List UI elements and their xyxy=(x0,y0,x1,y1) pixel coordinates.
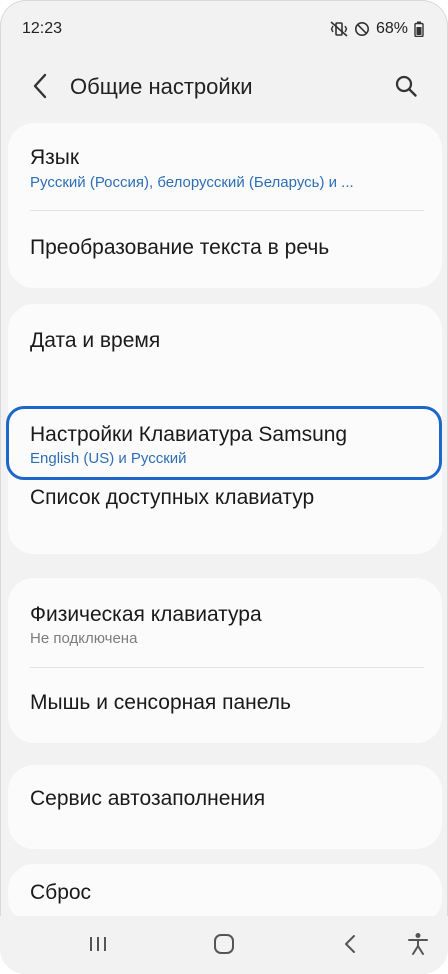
keyboard-card: Дата и время Настройки Клавиатура Samsun… xyxy=(8,304,442,554)
vibrate-icon xyxy=(330,21,348,37)
language-title: Язык xyxy=(30,146,80,169)
back-nav-button[interactable] xyxy=(330,928,370,960)
page-title: Общие настройки xyxy=(70,74,253,99)
home-icon xyxy=(214,934,234,954)
language-item[interactable]: Язык Русский (Россия), белорусский (Бела… xyxy=(8,123,442,211)
reset-item[interactable]: Сброс xyxy=(8,864,442,924)
chevron-left-icon xyxy=(33,73,47,99)
accessibility-icon xyxy=(408,933,428,955)
date-time-item[interactable]: Дата и время xyxy=(8,304,442,406)
autofill-card: Сервис автозаполнения xyxy=(8,765,442,849)
back-button[interactable] xyxy=(24,66,56,106)
physical-keyboard-subtitle: Не подключена xyxy=(30,630,138,647)
mouse-touchpad-item[interactable]: Мышь и сенсорная панель xyxy=(8,668,442,743)
date-time-title: Дата и время xyxy=(30,329,161,352)
back-arrow-icon xyxy=(345,935,355,953)
battery-percent: 68% xyxy=(375,20,408,37)
tts-item[interactable]: Преобразование текста в речь xyxy=(8,211,442,288)
home-button[interactable] xyxy=(204,928,244,960)
search-button[interactable] xyxy=(388,66,424,106)
input-devices-card: Физическая клавиатура Не подключена Мышь… xyxy=(8,578,442,743)
samsung-keyboard-title: Настройки Клавиатура Samsung xyxy=(30,423,348,446)
navigation-bar xyxy=(0,916,448,974)
language-subtitle: Русский (Россия), белорусский (Беларусь)… xyxy=(30,174,354,191)
recent-apps-icon xyxy=(90,937,106,951)
keyboard-list-title: Список доступных клавиатур xyxy=(30,486,315,509)
recent-apps-button[interactable] xyxy=(78,928,118,960)
mouse-touchpad-title: Мышь и сенсорная панель xyxy=(30,691,291,714)
language-card: Язык Русский (Россия), белорусский (Бела… xyxy=(8,123,442,288)
samsung-keyboard-subtitle: English (US) и Русский xyxy=(30,450,187,467)
status-icons: 68% xyxy=(330,20,424,38)
phone-screen: 12:23 68% Общие настройки Язык Русский (… xyxy=(0,0,448,974)
samsung-keyboard-item[interactable]: Настройки Клавиатура Samsung English (US… xyxy=(8,406,442,480)
status-time: 12:23 xyxy=(22,20,63,37)
tts-title: Преобразование текста в речь xyxy=(30,236,330,259)
app-header: Общие настройки xyxy=(0,58,448,120)
do-not-disturb-icon xyxy=(354,21,370,37)
keyboard-list-item[interactable]: Список доступных клавиатур xyxy=(8,480,442,554)
battery-icon xyxy=(414,21,424,37)
physical-keyboard-item[interactable]: Физическая клавиатура Не подключена xyxy=(8,578,442,668)
reset-card: Сброс xyxy=(8,864,442,924)
status-bar: 12:23 68% xyxy=(0,0,448,58)
autofill-title: Сервис автозаполнения xyxy=(30,787,266,810)
physical-keyboard-title: Физическая клавиатура xyxy=(30,603,262,626)
autofill-item[interactable]: Сервис автозаполнения xyxy=(8,765,442,849)
accessibility-button[interactable] xyxy=(398,928,438,960)
search-icon xyxy=(395,75,417,97)
reset-title: Сброс xyxy=(30,881,92,904)
